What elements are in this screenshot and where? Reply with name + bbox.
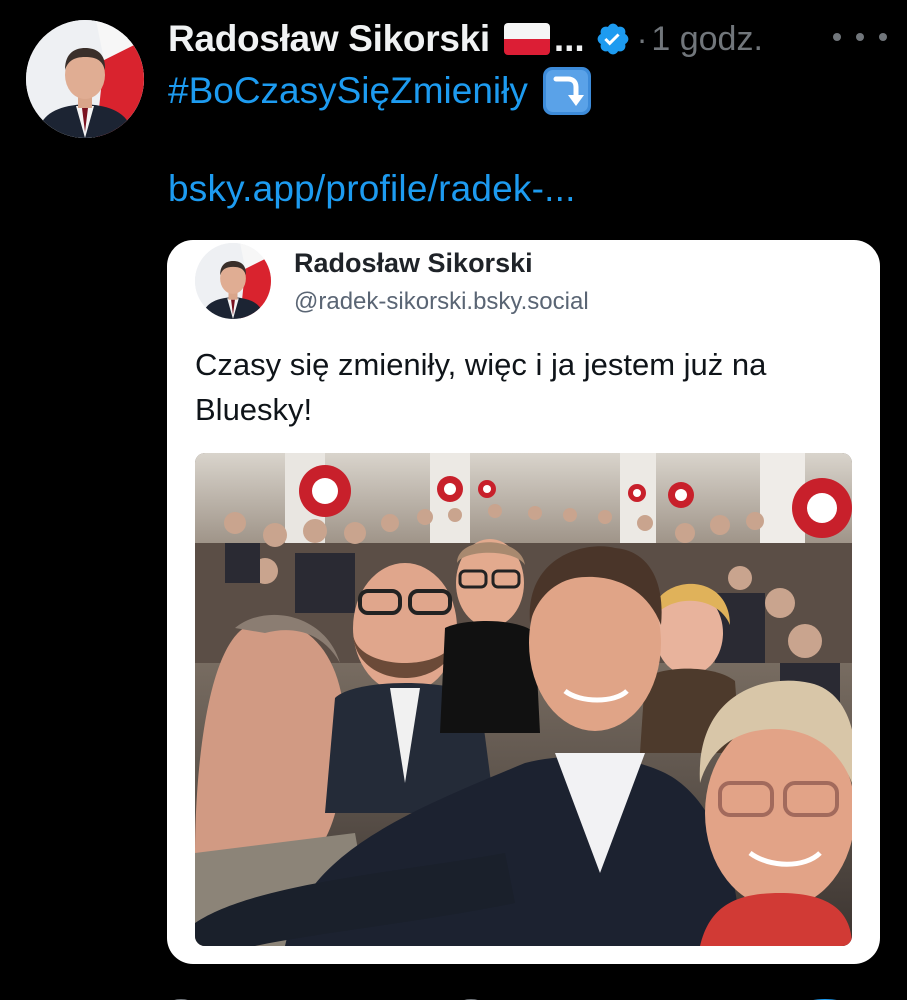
quoted-author-name: Radosław Sikorski [294, 248, 533, 278]
author-avatar[interactable] [26, 20, 144, 138]
selfie-photo [195, 453, 852, 946]
post-text-line: #BoCzasySięZmieniły [168, 66, 592, 116]
author-name[interactable]: Radosław Sikorski [168, 18, 490, 60]
quoted-post-card[interactable]: Radosław Sikorski @radek-sikorski.bsky.s… [167, 240, 880, 964]
quoted-author-avatar [195, 243, 271, 319]
action-bar-partial [150, 992, 890, 1000]
name-truncation: ... [553, 18, 585, 59]
hashtag-link[interactable]: #BoCzasySięZmieniły [168, 70, 528, 112]
external-link[interactable]: bsky.app/profile/radek-... [168, 168, 576, 210]
more-options-icon[interactable] [833, 22, 887, 52]
poland-flag-icon [503, 23, 550, 55]
arrow-down-right-icon [542, 67, 591, 115]
post-timestamp[interactable]: 1 godz. [651, 20, 763, 59]
quoted-author-handle: @radek-sikorski.bsky.social [294, 288, 589, 315]
quoted-post-text: Czasy się zmieniły, więc i ja jestem już… [195, 347, 767, 427]
verified-badge-icon [597, 23, 629, 55]
post-header: Radosław Sikorski ... · 1 godz. [168, 16, 887, 62]
separator-dot: · [636, 20, 648, 57]
